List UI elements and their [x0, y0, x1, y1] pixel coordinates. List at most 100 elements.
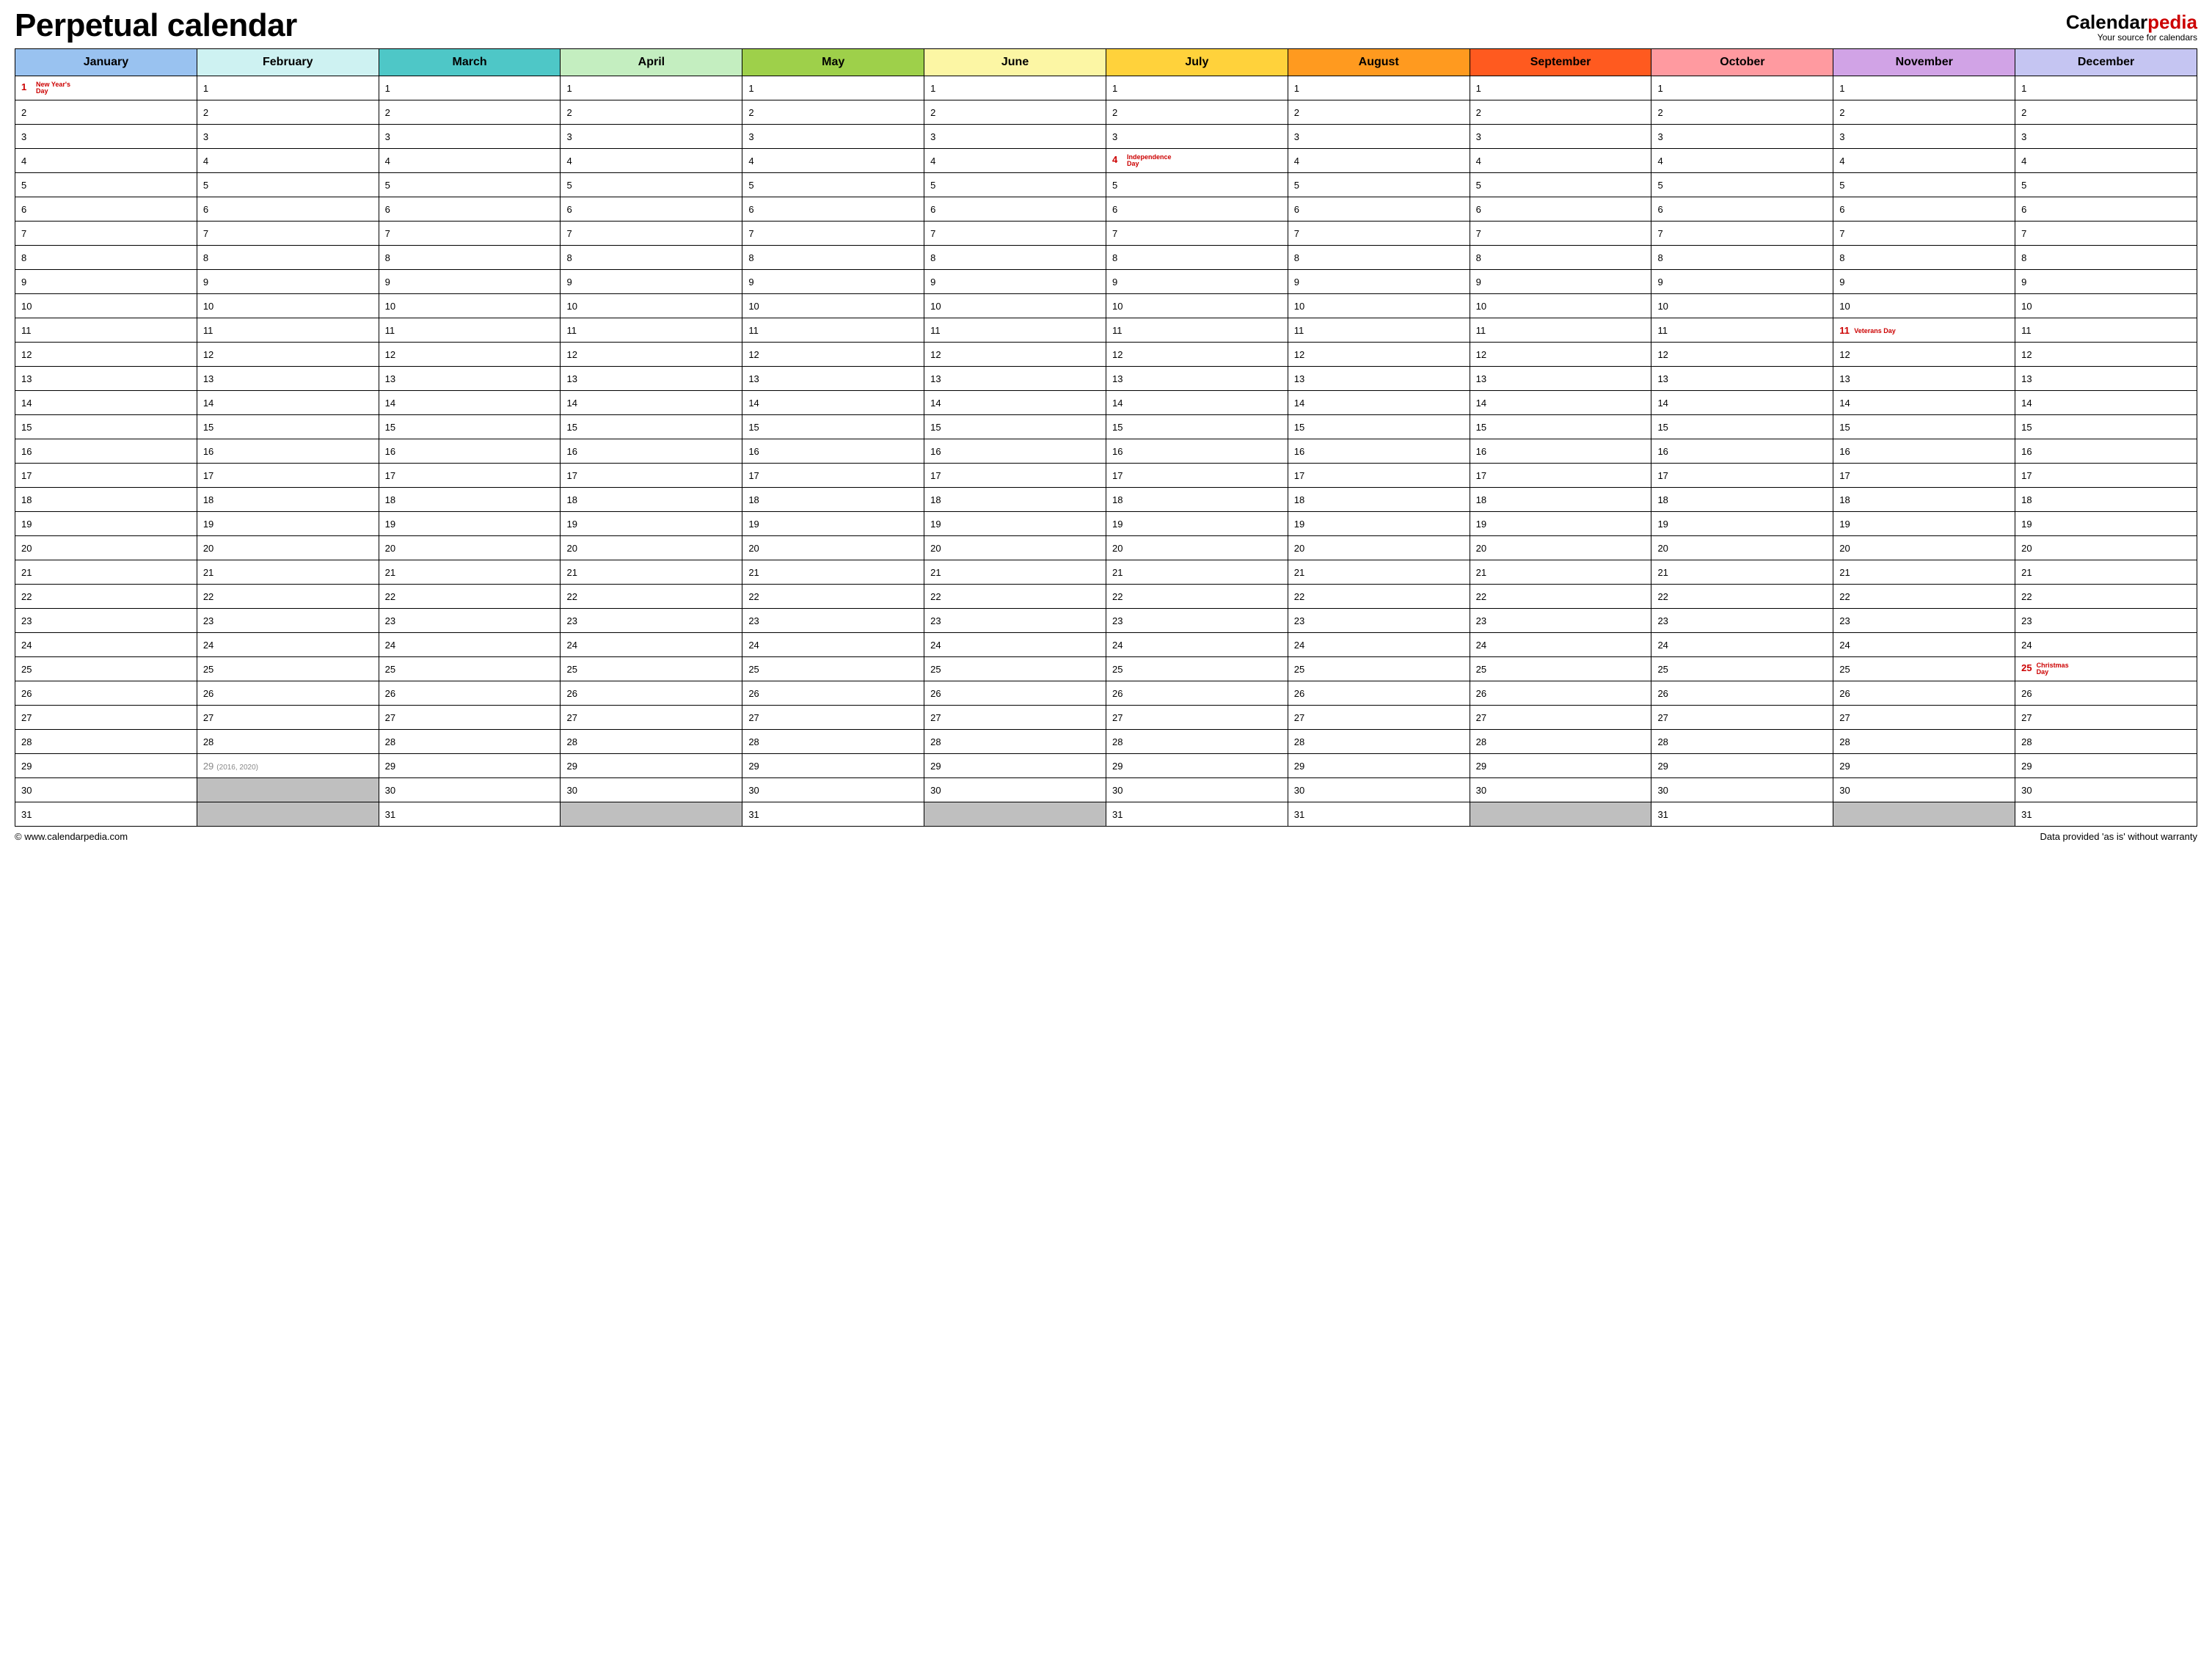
day-cell: 6: [742, 197, 924, 222]
day-cell: 27: [1288, 706, 1470, 730]
day-cell: 22: [2015, 585, 2197, 609]
day-row: 272727272727272727272727: [15, 706, 2197, 730]
day-cell: 12: [197, 343, 379, 367]
day-cell: 27: [1651, 706, 1833, 730]
day-cell: 23: [197, 609, 379, 633]
day-cell: 8: [1288, 246, 1470, 270]
day-cell: 1: [1288, 76, 1470, 100]
day-cell: 19: [2015, 512, 2197, 536]
day-cell: 11: [1106, 318, 1288, 343]
day-cell: 11: [561, 318, 742, 343]
day-cell: 5: [2015, 173, 2197, 197]
day-cell: 13: [2015, 367, 2197, 391]
day-cell: 23: [742, 609, 924, 633]
month-header: June: [924, 49, 1106, 76]
day-row: 888888888888: [15, 246, 2197, 270]
day-cell: 27: [1106, 706, 1288, 730]
day-cell: 5: [742, 173, 924, 197]
day-cell: 14: [1833, 391, 2015, 415]
day-cell: 1: [742, 76, 924, 100]
day-row: 555555555555: [15, 173, 2197, 197]
day-cell: 17: [197, 464, 379, 488]
day-cell: 13: [197, 367, 379, 391]
day-cell: 26: [1833, 681, 2015, 706]
page-title: Perpetual calendar: [15, 7, 297, 44]
brand-tagline: Your source for calendars: [2066, 33, 2197, 43]
day-cell: 22: [742, 585, 924, 609]
day-cell: 2: [1833, 100, 2015, 125]
day-cell: 12: [1470, 343, 1651, 367]
day-cell: 25: [561, 657, 742, 681]
day-cell: 17: [379, 464, 561, 488]
day-cell: 7: [1470, 222, 1651, 246]
day-cell: 23: [2015, 609, 2197, 633]
day-cell: 21: [742, 560, 924, 585]
day-cell: 5: [1106, 173, 1288, 197]
day-cell: 21: [1651, 560, 1833, 585]
month-header: October: [1651, 49, 1833, 76]
day-cell: 21: [1288, 560, 1470, 585]
day-cell: 20: [2015, 536, 2197, 560]
day-cell: 7: [1288, 222, 1470, 246]
month-header: January: [15, 49, 197, 76]
day-cell: 3: [1288, 125, 1470, 149]
day-cell: 15: [197, 415, 379, 439]
day-cell: 26: [1470, 681, 1651, 706]
day-cell: 23: [379, 609, 561, 633]
footer-left: © www.calendarpedia.com: [15, 831, 128, 842]
day-cell: 18: [2015, 488, 2197, 512]
day-row: 242424242424242424242424: [15, 633, 2197, 657]
day-cell: 10: [924, 294, 1106, 318]
day-cell: 29(2016, 2020): [197, 754, 379, 778]
day-cell: 27: [561, 706, 742, 730]
day-cell: 5: [1651, 173, 1833, 197]
day-cell: 23: [1651, 609, 1833, 633]
day-cell: 15: [379, 415, 561, 439]
day-row: 181818181818181818181818: [15, 488, 2197, 512]
day-cell: 11: [742, 318, 924, 343]
day-cell: 4: [1288, 149, 1470, 173]
day-cell: 11: [1288, 318, 1470, 343]
day-cell: 22: [379, 585, 561, 609]
day-cell: 6: [561, 197, 742, 222]
day-cell: 14: [15, 391, 197, 415]
day-cell: 26: [1651, 681, 1833, 706]
day-cell: 4: [2015, 149, 2197, 173]
day-cell: 28: [379, 730, 561, 754]
day-cell: 13: [742, 367, 924, 391]
day-cell: 18: [742, 488, 924, 512]
day-cell: 20: [1470, 536, 1651, 560]
day-row: 101010101010101010101010: [15, 294, 2197, 318]
day-cell: 16: [1470, 439, 1651, 464]
day-cell: 16: [561, 439, 742, 464]
day-cell: 7: [15, 222, 197, 246]
day-cell: 20: [379, 536, 561, 560]
day-cell: 16: [1833, 439, 2015, 464]
day-cell: 3: [1833, 125, 2015, 149]
day-cell: 23: [15, 609, 197, 633]
day-cell: 20: [197, 536, 379, 560]
day-cell: 8: [15, 246, 197, 270]
day-cell: 27: [379, 706, 561, 730]
day-cell: 27: [1833, 706, 2015, 730]
day-cell: 3: [15, 125, 197, 149]
day-cell: 28: [1833, 730, 2015, 754]
day-cell: 27: [742, 706, 924, 730]
day-cell: 15: [924, 415, 1106, 439]
day-cell: 12: [15, 343, 197, 367]
day-cell: 11Veterans Day: [1833, 318, 2015, 343]
day-cell: 29: [1288, 754, 1470, 778]
day-row: 171717171717171717171717: [15, 464, 2197, 488]
day-cell: 8: [1106, 246, 1288, 270]
day-cell: 31: [742, 802, 924, 827]
day-cell: 21: [2015, 560, 2197, 585]
day-cell: 25: [15, 657, 197, 681]
day-cell: 4: [379, 149, 561, 173]
day-cell: 17: [1288, 464, 1470, 488]
day-cell: 7: [1833, 222, 2015, 246]
day-cell: 20: [1288, 536, 1470, 560]
month-header: July: [1106, 49, 1288, 76]
day-cell: 16: [1106, 439, 1288, 464]
day-cell: 15: [1651, 415, 1833, 439]
day-cell: 30: [1833, 778, 2015, 802]
